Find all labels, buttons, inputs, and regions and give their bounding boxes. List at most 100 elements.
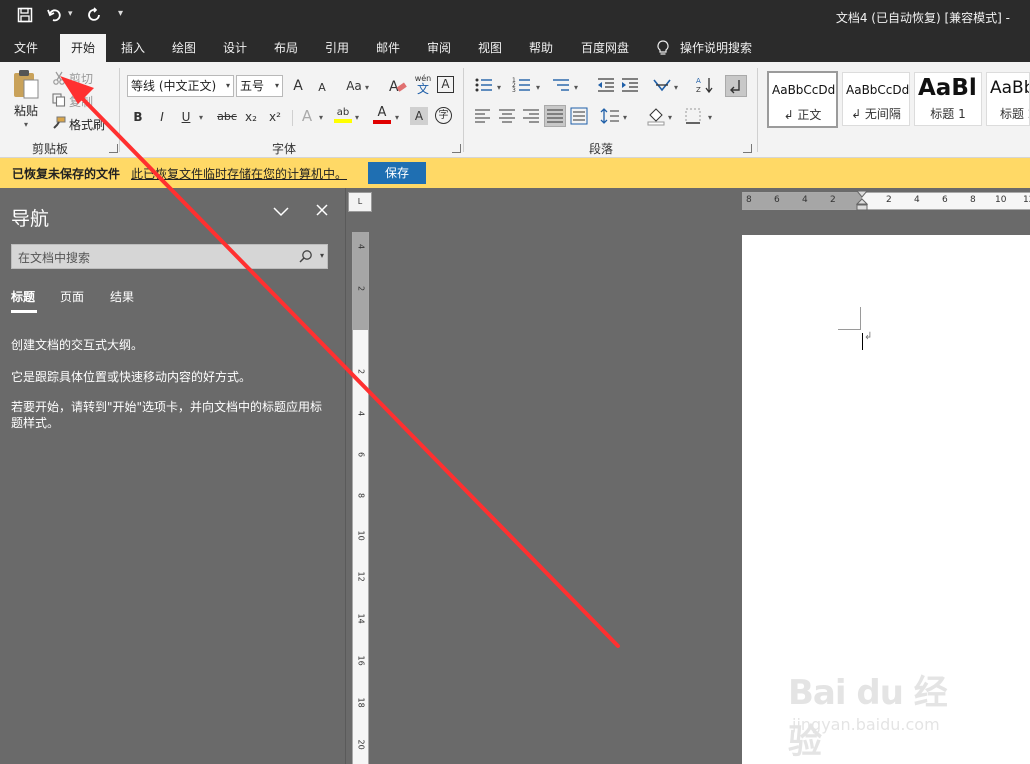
paste-dropdown-icon[interactable]: ▾: [24, 120, 28, 129]
nav-tab-pages[interactable]: 页面: [60, 288, 84, 305]
chevron-down-icon[interactable]: ▾: [320, 251, 324, 260]
paste-button[interactable]: 粘贴: [14, 102, 38, 120]
style-heading-2[interactable]: AaBb 标题 2: [986, 72, 1030, 126]
bullets-icon[interactable]: [474, 76, 494, 94]
tab-layout[interactable]: 布局: [265, 34, 307, 62]
nav-pane-title: 导航: [11, 208, 50, 230]
style-no-spacing[interactable]: AaBbCcDd ↲ 无间隔: [842, 72, 910, 126]
undo-icon[interactable]: [47, 7, 63, 27]
italic-button[interactable]: I: [152, 107, 172, 127]
lightbulb-icon[interactable]: [656, 40, 670, 56]
decrease-indent-icon[interactable]: [596, 76, 616, 94]
shrink-font-icon[interactable]: A: [312, 78, 332, 98]
font-launcher-icon[interactable]: [452, 144, 461, 153]
multilevel-list-icon[interactable]: [551, 76, 571, 94]
style-heading-1[interactable]: AaBl 标题 1: [914, 72, 982, 126]
highlight-icon[interactable]: ab: [333, 106, 353, 128]
chevron-down-icon[interactable]: ▾: [319, 113, 323, 122]
align-center-icon[interactable]: [498, 108, 516, 124]
tab-references[interactable]: 引用: [316, 34, 358, 62]
nav-tab-results[interactable]: 结果: [110, 288, 134, 305]
chinese-layout-icon[interactable]: [652, 76, 672, 94]
sort-icon[interactable]: AZ: [695, 75, 715, 95]
ruler-label: 20: [356, 739, 366, 750]
vertical-ruler[interactable]: 4 2 2 4 6 8 10 12 14 16 18 20: [352, 232, 369, 764]
tab-insert[interactable]: 插入: [112, 34, 154, 62]
character-shading-icon[interactable]: A: [410, 107, 428, 125]
undo-dropdown-icon[interactable]: ▾: [68, 9, 73, 19]
subscript-button[interactable]: x₂: [241, 107, 261, 127]
underline-button[interactable]: U: [176, 107, 196, 127]
font-name-select[interactable]: 等线 (中文正文) ▾: [127, 75, 234, 97]
align-right-icon[interactable]: [522, 108, 540, 124]
save-icon[interactable]: [17, 7, 33, 27]
clear-formatting-icon[interactable]: A: [387, 76, 407, 96]
numbering-icon[interactable]: 123: [512, 76, 532, 94]
align-left-icon[interactable]: [474, 108, 492, 124]
style-normal[interactable]: AaBbCcDd ↲ 正文: [767, 71, 838, 128]
chevron-down-icon[interactable]: ▾: [355, 113, 359, 122]
close-icon[interactable]: [314, 202, 330, 218]
shading-icon[interactable]: [646, 106, 666, 126]
paragraph-launcher-icon[interactable]: [743, 144, 752, 153]
format-painter-icon[interactable]: [52, 116, 66, 130]
copy-icon[interactable]: [52, 93, 66, 107]
grow-font-icon[interactable]: A: [288, 76, 308, 96]
cut-button[interactable]: 剪切: [69, 70, 93, 88]
tab-view[interactable]: 视图: [469, 34, 511, 62]
tab-draw[interactable]: 绘图: [163, 34, 205, 62]
ribbon: 粘贴 ▾ 剪切 复制 格式刷 剪贴板 等线 (中文正文) ▾ 五号 ▾ A A …: [0, 62, 1030, 158]
cut-icon[interactable]: [52, 71, 66, 85]
phonetic-guide-icon[interactable]: wén 文: [412, 74, 434, 98]
tab-stop-selector[interactable]: L: [348, 192, 372, 212]
character-border-icon[interactable]: A: [437, 76, 454, 93]
chevron-down-icon[interactable]: ▾: [536, 83, 540, 92]
borders-icon[interactable]: [685, 108, 701, 124]
paste-icon[interactable]: [12, 68, 40, 100]
change-case-icon[interactable]: Aa: [342, 76, 366, 96]
tell-me-search[interactable]: 操作说明搜索: [680, 34, 760, 62]
chevron-down-icon[interactable]: [272, 204, 290, 218]
text-effects-icon[interactable]: A: [297, 106, 317, 126]
indent-marker[interactable]: [855, 190, 869, 211]
nav-search-input[interactable]: 在文档中搜索 ▾: [11, 244, 328, 269]
chevron-down-icon[interactable]: ▾: [199, 113, 203, 122]
search-icon[interactable]: [299, 249, 313, 263]
superscript-button[interactable]: x²: [265, 107, 285, 127]
save-button[interactable]: 保存: [368, 162, 426, 184]
show-marks-icon[interactable]: [725, 75, 747, 97]
tab-baidu-netdisk[interactable]: 百度网盘: [574, 34, 636, 62]
bold-button[interactable]: B: [128, 107, 148, 127]
distributed-icon[interactable]: [570, 107, 588, 125]
tab-home[interactable]: 开始: [60, 34, 106, 62]
customize-toolbar-icon[interactable]: ▾: [118, 8, 123, 19]
tab-help[interactable]: 帮助: [520, 34, 562, 62]
copy-button[interactable]: 复制: [69, 93, 93, 111]
redo-icon[interactable]: [86, 7, 102, 27]
notification-link[interactable]: 此已恢复文件临时存储在您的计算机中。: [131, 165, 347, 182]
line-spacing-icon[interactable]: [600, 107, 620, 125]
tab-review[interactable]: 审阅: [418, 34, 460, 62]
strikethrough-button[interactable]: abc: [214, 107, 240, 127]
enclose-characters-icon[interactable]: 字: [435, 107, 452, 124]
chevron-down-icon[interactable]: ▾: [365, 83, 369, 92]
tab-design[interactable]: 设计: [214, 34, 256, 62]
chevron-down-icon[interactable]: ▾: [674, 83, 678, 92]
chevron-down-icon[interactable]: ▾: [395, 113, 399, 122]
clipboard-launcher-icon[interactable]: [109, 144, 118, 153]
nav-tab-headings[interactable]: 标题: [11, 288, 35, 305]
tab-file[interactable]: 文件: [0, 34, 52, 62]
format-painter-button[interactable]: 格式刷: [69, 116, 105, 134]
chevron-down-icon[interactable]: ▾: [574, 83, 578, 92]
chevron-down-icon[interactable]: ▾: [708, 113, 712, 122]
font-size-select[interactable]: 五号 ▾: [236, 75, 283, 97]
tab-mailings[interactable]: 邮件: [367, 34, 409, 62]
chevron-down-icon[interactable]: ▾: [497, 83, 501, 92]
paragraph-group-label: 段落: [589, 142, 614, 156]
justify-icon[interactable]: [544, 105, 566, 127]
increase-indent-icon[interactable]: [620, 76, 640, 94]
chevron-down-icon[interactable]: ▾: [668, 113, 672, 122]
horizontal-ruler[interactable]: 8 6 4 2 2 4 6 8 10 12: [742, 190, 1030, 211]
chevron-down-icon[interactable]: ▾: [623, 113, 627, 122]
font-color-icon[interactable]: A: [372, 106, 392, 128]
